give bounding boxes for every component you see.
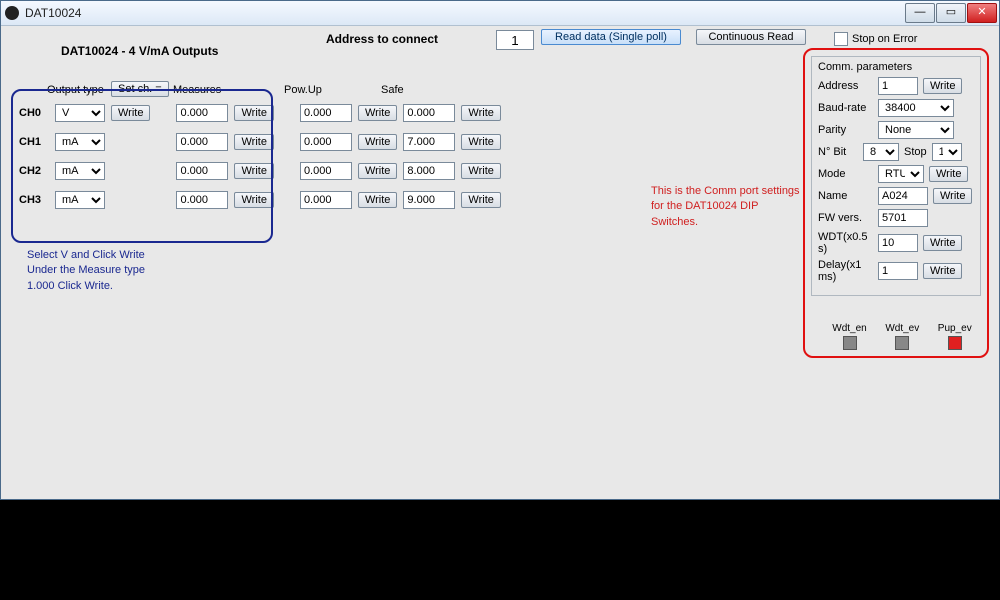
comm-wdt-input[interactable]	[878, 234, 918, 252]
address-input[interactable]	[496, 30, 534, 50]
titlebar: DAT10024 — ▭ ✕	[1, 1, 999, 26]
comm-parity-label: Parity	[818, 124, 873, 136]
ch1-powup[interactable]	[300, 133, 352, 151]
comm-mode-write[interactable]: Write	[929, 166, 968, 182]
instruction-note: Select V and Click Write Under the Measu…	[27, 248, 145, 294]
ch2-powup[interactable]	[300, 162, 352, 180]
ch0-powup-write[interactable]: Write	[358, 105, 397, 121]
comm-mode-label: Mode	[818, 168, 873, 180]
comm-address-input[interactable]	[878, 77, 918, 95]
ch0-safe[interactable]	[403, 104, 455, 122]
ch0-meas-write[interactable]: Write	[234, 105, 273, 121]
comm-delay-input[interactable]	[878, 262, 918, 280]
ch3-safe[interactable]	[403, 191, 455, 209]
maximize-button[interactable]: ▭	[936, 3, 966, 23]
ch1-safe-write[interactable]: Write	[461, 134, 500, 150]
comm-fw-input[interactable]	[878, 209, 928, 227]
ch1-row: CH1 mA Write Write Write Write	[19, 133, 501, 151]
ch3-safe-write[interactable]: Write	[461, 192, 500, 208]
comm-fw-label: FW vers.	[818, 212, 873, 224]
pup-ev-indicator: Pup_ev	[938, 323, 972, 350]
ch3-meas-write[interactable]: Write	[234, 192, 273, 208]
comm-parameters-panel: Comm. parameters Address Write Baud-rate…	[803, 48, 989, 358]
comm-delay-label: Delay(x1 ms)	[818, 259, 873, 283]
page-title: DAT10024 - 4 V/mA Outputs	[61, 44, 218, 58]
comm-title: Comm. parameters	[818, 61, 974, 73]
comm-nbit-label: N° Bit	[818, 146, 858, 158]
comm-delay-write[interactable]: Write	[923, 263, 962, 279]
ch3-meas[interactable]	[176, 191, 228, 209]
ch2-label: CH2	[19, 165, 49, 177]
ch3-powup[interactable]	[300, 191, 352, 209]
comm-name-write[interactable]: Write	[933, 188, 972, 204]
window-title: DAT10024	[25, 6, 81, 20]
wdt-en-indicator: Wdt_en	[832, 323, 866, 350]
ch0-meas[interactable]	[176, 104, 228, 122]
ch3-row: CH3 mA Write Write Write Write	[19, 191, 501, 209]
comm-address-write[interactable]: Write	[923, 78, 962, 94]
address-label: Address to connect	[326, 32, 438, 46]
ch1-meas-write[interactable]: Write	[234, 134, 273, 150]
ch2-safe[interactable]	[403, 162, 455, 180]
ch1-safe[interactable]	[403, 133, 455, 151]
ch0-row: CH0 V Write Write Write Write	[19, 104, 501, 122]
stop-on-error-label: Stop on Error	[852, 33, 917, 45]
comm-baud-select[interactable]: 38400	[878, 99, 954, 117]
continuous-read-button[interactable]: Continuous Read	[696, 29, 806, 45]
comm-address-label: Address	[818, 80, 873, 92]
app-window: DAT10024 — ▭ ✕ DAT10024 - 4 V/mA Outputs…	[0, 0, 1000, 500]
ch0-label: CH0	[19, 107, 49, 119]
ch1-powup-write[interactable]: Write	[358, 134, 397, 150]
comm-name-input[interactable]	[878, 187, 928, 205]
ch2-meas-write[interactable]: Write	[234, 163, 273, 179]
comm-note: This is the Comm port settings for the D…	[651, 184, 801, 230]
col-safe: Safe	[381, 84, 404, 96]
col-powup: Pow.Up	[284, 84, 322, 96]
ch3-label: CH3	[19, 194, 49, 206]
ch0-powup[interactable]	[300, 104, 352, 122]
ch2-meas[interactable]	[176, 162, 228, 180]
minimize-button[interactable]: —	[905, 3, 935, 23]
ch2-type-select[interactable]: mA	[55, 162, 105, 180]
comm-stop-label: Stop	[904, 146, 927, 158]
ch2-row: CH2 mA Write Write Write Write	[19, 162, 501, 180]
ch0-type-select[interactable]: V	[55, 104, 105, 122]
comm-stop-select[interactable]: 1	[932, 143, 962, 161]
ch3-powup-write[interactable]: Write	[358, 192, 397, 208]
set-ch-button[interactable]: Set ch. =	[111, 81, 169, 97]
close-button[interactable]: ✕	[967, 3, 997, 23]
ch1-label: CH1	[19, 136, 49, 148]
stop-on-error-checkbox[interactable]	[834, 32, 848, 46]
comm-baud-label: Baud-rate	[818, 102, 873, 114]
read-single-button[interactable]: Read data (Single poll)	[541, 29, 681, 45]
comm-nbit-select[interactable]: 8	[863, 143, 899, 161]
comm-wdt-write[interactable]: Write	[923, 235, 962, 251]
ch2-powup-write[interactable]: Write	[358, 163, 397, 179]
ch1-type-select[interactable]: mA	[55, 133, 105, 151]
comm-mode-select[interactable]: RTU	[878, 165, 924, 183]
comm-name-label: Name	[818, 190, 873, 202]
ch2-safe-write[interactable]: Write	[461, 163, 500, 179]
col-output-type: Output type	[47, 84, 104, 96]
comm-parity-select[interactable]: None	[878, 121, 954, 139]
wdt-ev-indicator: Wdt_ev	[885, 323, 919, 350]
comm-wdt-label: WDT(x0.5 s)	[818, 231, 873, 255]
app-icon	[5, 6, 19, 20]
ch0-safe-write[interactable]: Write	[461, 105, 500, 121]
ch3-type-select[interactable]: mA	[55, 191, 105, 209]
ch0-type-write[interactable]: Write	[111, 105, 150, 121]
ch1-meas[interactable]	[176, 133, 228, 151]
col-measures: Measures	[173, 84, 221, 96]
